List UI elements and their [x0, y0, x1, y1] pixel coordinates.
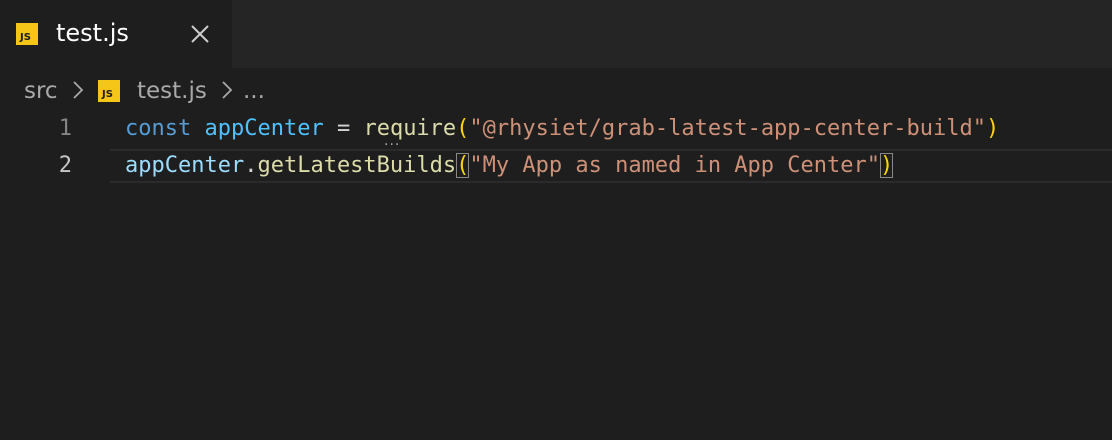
identifier-appcenter: appCenter	[204, 116, 324, 141]
string-module-name: "@rhysiet/grab-latest-app-center-build"	[469, 116, 986, 141]
tab-test-js[interactable]: JS test.js	[0, 0, 232, 68]
method-getlatestbuilds: getLatestBuilds	[257, 153, 457, 178]
keyword-const: const	[125, 116, 192, 141]
javascript-file-icon: JS	[98, 80, 120, 102]
breadcrumb-file[interactable]: test.js	[137, 76, 207, 106]
line-number-active: 2	[58, 153, 72, 178]
chevron-right-icon	[73, 81, 84, 99]
editor-tab-bar: JS test.js	[0, 0, 1112, 68]
code-line-2[interactable]: appCenter.getLatestBuilds("My App as nam…	[125, 149, 894, 183]
breadcrumb: src JS test.js ...	[0, 68, 1112, 114]
function-require: require	[363, 116, 457, 141]
close-paren-matched: )	[880, 153, 894, 178]
breadcrumb-folder-src[interactable]: src	[24, 76, 58, 106]
code-line-1[interactable]: const appCenter = require("@rhysiet/grab…	[125, 112, 999, 146]
breadcrumb-symbol[interactable]: ...	[243, 76, 265, 106]
tab-title: test.js	[56, 19, 129, 47]
open-paren-matched: (	[456, 153, 470, 178]
line-number: 1	[58, 116, 72, 141]
chevron-right-icon	[222, 81, 233, 99]
code-hint-indicator[interactable]: ...	[384, 134, 400, 148]
javascript-file-icon: JS	[16, 23, 38, 45]
close-paren: )	[985, 116, 1000, 141]
open-paren: (	[456, 116, 470, 141]
assignment-operator: =	[323, 116, 364, 141]
identifier-appcenter: appCenter	[125, 153, 245, 178]
close-icon[interactable]	[188, 22, 212, 46]
dot-operator: .	[244, 153, 258, 178]
string-app-name: "My App as named in App Center"	[469, 153, 881, 178]
